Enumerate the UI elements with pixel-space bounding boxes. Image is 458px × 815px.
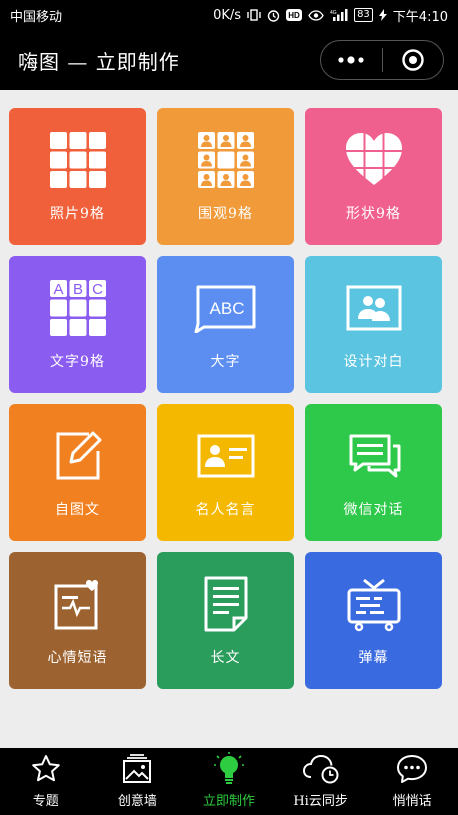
close-miniprogram-button[interactable] [383,41,444,79]
people-grid-icon [197,132,254,188]
abc-bubble-icon: ABC [194,285,255,333]
tile-label: 自图文 [55,502,100,518]
clock: 下午4:10 [392,9,448,25]
tile-big-text[interactable]: ABC 大字 [157,256,294,393]
tile-label: 设计对白 [343,354,404,370]
svg-text:A: A [53,281,63,298]
tab-whisper[interactable]: 悄悄话 [366,748,458,815]
tile-label: 名人名言 [195,502,256,518]
tile-mood-phrases[interactable]: 心情短语 [9,552,146,689]
lightbulb-icon [213,752,244,784]
tile-label: 长文 [210,650,241,666]
tile-danmaku[interactable]: 弹幕 [305,552,442,689]
grid-icon [49,132,106,188]
tab-label: 专题 [32,794,59,809]
tab-label: 创意墙 [117,794,157,809]
heart-grid-icon [345,133,402,187]
tile-label: 微信对话 [343,502,404,518]
edit-icon [56,431,101,480]
id-card-icon [197,434,254,478]
cloud-clock-icon [302,754,339,784]
page-title: 嗨图 — 立即制作 [18,49,180,74]
tab-topics[interactable]: 专题 [0,748,92,815]
signal-icon: 4G [330,9,348,21]
hd-icon: HD [286,9,303,21]
mood-note-icon [54,580,98,630]
status-bar: 中国移动 0K/s HD 4G 83 下午4:10 [0,0,458,30]
people-card-icon [346,285,401,331]
template-grid: 照片9格 围观9格 形状9格 A B C 文字9格 ABC 大字 设计对白 自图… [9,108,443,689]
carrier-label: 中国移动 [10,9,63,25]
svg-text:ABC: ABC [209,299,244,318]
tile-custom-image-text[interactable]: 自图文 [9,404,146,541]
tile-shape-9-grid[interactable]: 形状9格 [305,108,442,245]
tile-label: 心情短语 [47,650,108,666]
tile-label: 照片9格 [50,206,105,222]
tab-label: Hi云同步 [293,794,348,809]
svg-text:B: B [72,281,82,298]
svg-text:C: C [92,281,103,298]
tab-hi-cloud-sync[interactable]: Hi云同步 [275,748,367,815]
tile-wechat-dialogue[interactable]: 微信对话 [305,404,442,541]
alarm-icon [267,9,280,22]
tab-creative-wall[interactable]: 创意墙 [92,748,184,815]
target-icon [402,49,424,71]
charging-icon [378,9,387,21]
chat-bubble-icon [397,755,428,783]
svg-text:4G: 4G [330,10,337,16]
tile-label: 形状9格 [346,206,401,222]
chat-icon [349,434,400,478]
tile-famous-quotes[interactable]: 名人名言 [157,404,294,541]
app-header: 嗨图 — 立即制作 [0,30,458,90]
tile-photo-9-grid[interactable]: 照片9格 [9,108,146,245]
eye-icon [308,9,324,21]
star-icon [31,755,60,782]
network-speed: 0K/s [213,7,242,23]
more-button[interactable] [321,41,382,79]
more-dots-icon [338,56,364,64]
tile-long-text[interactable]: 长文 [157,552,294,689]
miniprogram-capsule [320,40,444,80]
tile-label: 围观9格 [198,206,253,222]
tile-text-9-grid[interactable]: ABC 文字9格 [9,256,146,393]
abc-grid-icon: ABC [49,280,106,336]
document-icon [204,576,247,632]
bottom-tab-bar: 专题 创意墙 立即制作 Hi云同步 悄悄话 [0,748,458,815]
tile-label: 弹幕 [358,650,389,666]
tab-label: 悄悄话 [392,794,432,809]
svg-text:HD: HD [288,11,300,20]
battery-indicator: 83 [354,8,373,22]
image-stack-icon [123,754,152,783]
tile-label: 大字 [210,354,241,370]
tile-design-dialogue[interactable]: 设计对白 [305,256,442,393]
tab-label: 立即制作 [202,794,255,809]
vibrate-icon [247,9,261,21]
tile-onlooker-9-grid[interactable]: 围观9格 [157,108,294,245]
tv-icon [347,578,400,632]
tile-label: 文字9格 [50,354,105,370]
tab-make-now[interactable]: 立即制作 [183,748,275,815]
